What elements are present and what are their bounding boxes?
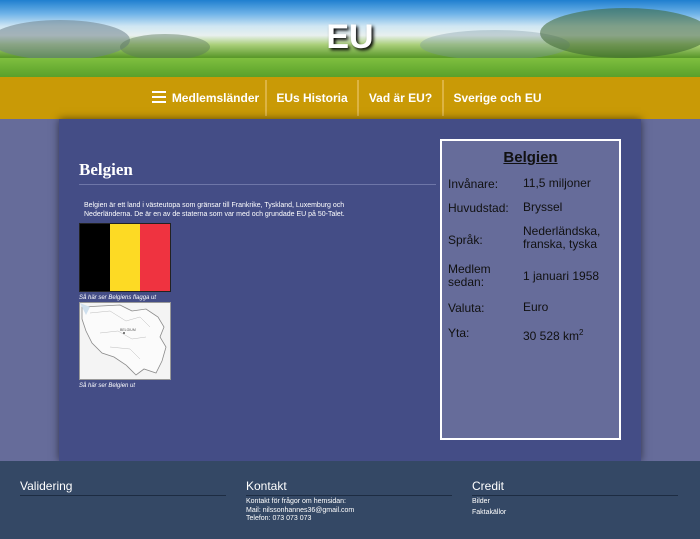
main-nav: Medlemsländer EUs Historia Vad är EU? Sv… — [0, 77, 700, 119]
fact-box: Belgien Invånare: 11,5 miljoner Huvudsta… — [440, 139, 621, 440]
fact-box-title: Belgien — [503, 149, 558, 166]
credit-link-faktakallor[interactable]: Faktakällor — [472, 509, 678, 518]
fact-label: Huvudstad: — [448, 201, 509, 215]
header-banner: EU — [0, 0, 700, 77]
svg-text:BELGIUM: BELGIUM — [120, 328, 136, 332]
fact-value: Euro — [523, 300, 549, 314]
nav-divider — [357, 80, 359, 116]
footer-divider — [20, 495, 226, 496]
fact-row-sprak: Språk: Nederländska, franska, tyska — [448, 225, 618, 255]
footer: Validering Kontakt Kontakt för frågor om… — [0, 461, 700, 539]
heading-divider — [79, 184, 436, 185]
fact-value: Nederländska, franska, tyska — [523, 224, 601, 251]
contact-line: Kontakt för frågor om hemsidan: — [246, 498, 346, 505]
site-title: EU — [326, 18, 374, 56]
fact-row-medlem-sedan: Medlem sedan: 1 januari 1958 — [448, 263, 618, 291]
flag-caption: Så här ser Belgiens flagga ut — [79, 295, 157, 301]
fact-label: Valuta: — [448, 301, 485, 315]
flag-stripe-yellow — [110, 224, 140, 291]
nav-item-eus-historia[interactable]: EUs Historia — [268, 77, 356, 119]
footer-contact: Kontakt Kontakt för frågor om hemsidan: … — [246, 479, 452, 524]
map-caption: Så här ser Belgien ut — [79, 383, 136, 389]
contact-phone: Telefon: 073 073 073 — [246, 515, 312, 522]
footer-credit-title: Credit — [472, 479, 505, 493]
nav-item-vad-ar-eu[interactable]: Vad är EU? — [360, 77, 441, 119]
footer-divider — [472, 495, 678, 496]
intro-text: Belgien är ett land i västeutopa som grä… — [84, 202, 345, 218]
belgium-map-image: BELGIUM — [79, 302, 171, 380]
belgium-map-icon: BELGIUM — [80, 303, 170, 379]
contact-email: Mail: nilssonhannes36@gmail.com — [246, 506, 355, 514]
fact-label: Invånare: — [448, 177, 499, 191]
menu-icon[interactable] — [151, 91, 166, 103]
flag-stripe-red — [140, 224, 170, 291]
fact-label: Medlem sedan: — [448, 262, 491, 289]
page-heading: Belgien — [79, 160, 133, 179]
fact-value: 11,5 miljoner — [523, 176, 591, 190]
fact-value: 1 januari 1958 — [523, 269, 600, 283]
footer-credit: Credit Bilder Faktakällor — [472, 479, 678, 517]
nav-divider — [265, 80, 267, 116]
fact-label: Språk: — [448, 233, 483, 247]
footer-validation-title: Validering — [20, 479, 73, 493]
footer-validation: Validering — [20, 479, 226, 498]
credit-link-bilder[interactable]: Bilder — [472, 498, 678, 507]
banner-grass — [0, 58, 700, 77]
flag-stripe-black — [80, 224, 110, 291]
fact-value: 30 528 km2 — [523, 328, 584, 343]
fact-value: Bryssel — [523, 200, 563, 214]
nav-item-label: Medlemsländer — [171, 91, 260, 105]
nav-item-medlemslander[interactable]: Medlemsländer — [147, 77, 264, 119]
footer-contact-title: Kontakt — [246, 479, 287, 493]
footer-divider — [246, 495, 452, 496]
nav-item-sverige-och-eu[interactable]: Sverige och EU — [445, 77, 550, 119]
fact-label: Yta: — [448, 326, 470, 340]
nav-divider — [442, 80, 444, 116]
belgium-flag-image — [79, 223, 171, 292]
